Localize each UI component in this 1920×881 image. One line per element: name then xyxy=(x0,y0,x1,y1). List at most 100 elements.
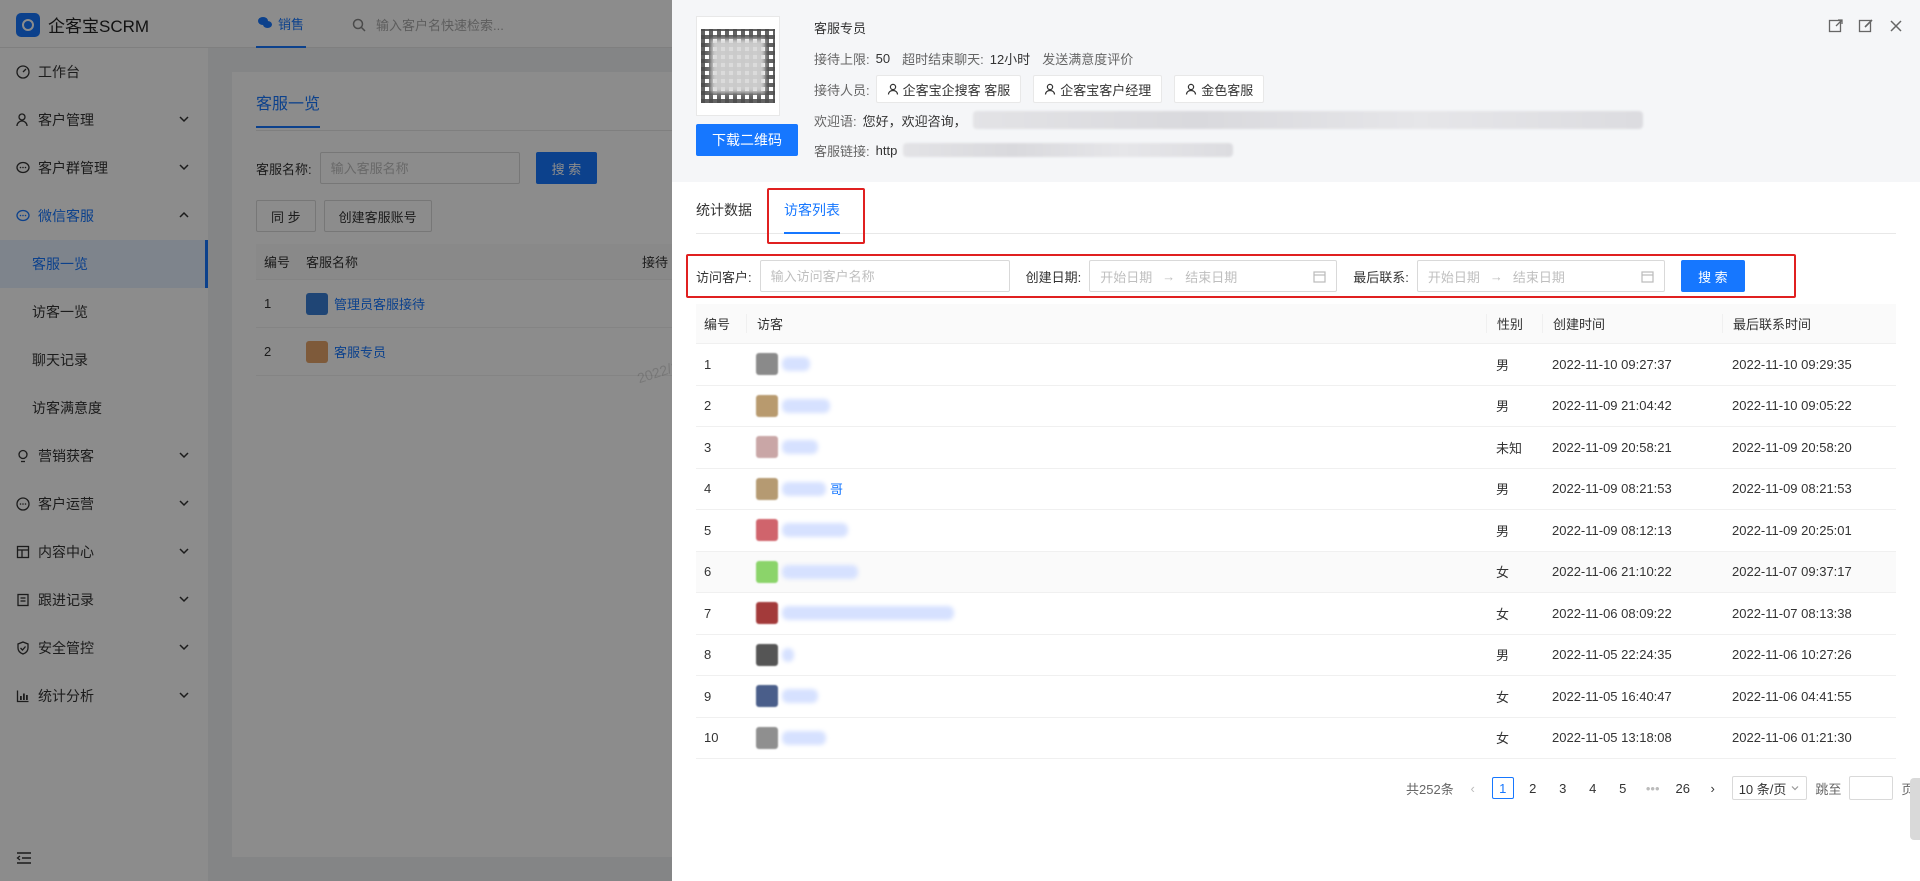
visitor-cell[interactable] xyxy=(746,353,1486,376)
page-1[interactable]: 1 xyxy=(1491,777,1514,799)
visitor-cell[interactable] xyxy=(746,726,1486,749)
satisfaction-label: 发送满意度评价 xyxy=(1042,51,1134,67)
avatar xyxy=(756,643,778,666)
end-date-placeholder: 结束日期 xyxy=(1185,269,1238,285)
row-number: 4 xyxy=(704,481,712,497)
created-time-cell: 2022-11-09 08:12:13 xyxy=(1552,522,1672,538)
staff-line: 接待人员: 企客宝企搜客 客服 企客宝客户经理 金色客服 xyxy=(814,74,1714,104)
visitor-cell[interactable] xyxy=(746,519,1486,542)
last-contact-cell: 2022-11-10 09:05:22 xyxy=(1732,398,1852,414)
visitor-name-suffix: 哥 xyxy=(830,482,844,498)
gender-cell: 女 xyxy=(1496,689,1510,705)
welcome-line: 欢迎语: 您好，欢迎咨询， xyxy=(814,110,1714,130)
avatar xyxy=(756,602,778,625)
link-label: 客服链接: xyxy=(814,143,870,159)
row-number: 7 xyxy=(704,605,712,621)
blurred-visitor-name xyxy=(782,689,818,704)
export-icon[interactable] xyxy=(1828,18,1844,34)
last-contact-cell: 2022-11-09 20:25:01 xyxy=(1732,522,1852,538)
prev-page-icon[interactable]: ‹ xyxy=(1462,777,1484,799)
page-size-value: 10 条/页 xyxy=(1738,781,1787,797)
close-icon[interactable] xyxy=(1888,18,1904,34)
created-time-cell: 2022-11-06 21:10:22 xyxy=(1552,564,1672,580)
blurred-visitor-name xyxy=(782,357,810,372)
visitor-name-input[interactable] xyxy=(759,260,1010,292)
avatar xyxy=(756,726,778,749)
page-5[interactable]: 5 xyxy=(1612,777,1634,799)
last-contact-cell: 2022-11-06 01:21:30 xyxy=(1732,730,1852,746)
table-row: 3 未知 2022-11-09 20:58:21 2022-11-09 20:58:2… xyxy=(696,427,1896,469)
start-date-placeholder: 开始日期 xyxy=(1100,269,1153,285)
calendar-icon xyxy=(1641,270,1654,283)
page-2[interactable]: 2 xyxy=(1522,777,1544,799)
table-row: 7 女 2022-11-06 08:09:22 2022-11-07 08:13:38 xyxy=(696,593,1896,635)
service-limits: 接待上限: 50 超时结束聊天: 12小时 发送满意度评价 xyxy=(814,48,1714,68)
gender-cell: 男 xyxy=(1496,357,1510,373)
visitor-cell[interactable] xyxy=(746,394,1486,417)
table-row: 8 男 2022-11-05 22:24:35 2022-11-06 10:27:26 xyxy=(696,635,1896,676)
blurred-visitor-name xyxy=(782,730,826,745)
gender-cell: 男 xyxy=(1496,399,1510,415)
created-time-cell: 2022-11-05 13:18:08 xyxy=(1552,730,1672,746)
next-page-icon[interactable]: › xyxy=(1702,777,1724,799)
table-row: 4 哥 男 2022-11-09 08:21:53 2022-11-09 08:21:5… xyxy=(696,469,1896,510)
highlight-box-tab xyxy=(767,188,865,244)
side-widget-handle[interactable] xyxy=(1910,778,1920,840)
row-number: 8 xyxy=(704,647,712,663)
blurred-visitor-name xyxy=(782,523,848,538)
visitor-cell[interactable] xyxy=(746,560,1486,583)
chevron-down-icon xyxy=(1791,786,1799,791)
row-number: 1 xyxy=(704,356,712,372)
created-time-cell: 2022-11-09 20:58:21 xyxy=(1552,439,1672,455)
created-date-range[interactable]: 开始日期 → 结束日期 xyxy=(1089,260,1338,292)
timeout-value: 12小时 xyxy=(989,51,1031,67)
blurred-visitor-name xyxy=(782,606,954,621)
column-header: 创建时间 xyxy=(1542,314,1722,333)
avatar xyxy=(756,477,778,500)
last-contact-label: 最后联系: xyxy=(1353,269,1409,285)
welcome-label: 欢迎语: xyxy=(814,113,857,129)
avatar xyxy=(756,560,778,583)
blurred-visitor-name xyxy=(782,564,858,579)
page-3[interactable]: 3 xyxy=(1552,777,1574,799)
arrow-right-icon: → xyxy=(1162,268,1176,284)
blurred-visitor-name xyxy=(782,481,826,496)
visitor-search-button[interactable]: 搜 索 xyxy=(1680,260,1745,292)
visitor-cell[interactable]: 哥 xyxy=(746,477,1486,500)
page-26[interactable]: 26 xyxy=(1672,777,1694,799)
download-qr-button[interactable]: 下载二维码 xyxy=(696,124,798,156)
created-time-cell: 2022-11-09 08:21:53 xyxy=(1552,481,1672,497)
link-value[interactable]: http xyxy=(876,143,898,158)
timeout-label: 超时结束聊天: xyxy=(902,51,984,67)
visitor-table: 编号 访客 性别 创建时间 最后联系时间 1 男 2022-11-10 09:27:… xyxy=(696,304,1896,759)
jump-page-input[interactable] xyxy=(1849,776,1894,800)
visitor-cell[interactable] xyxy=(746,436,1486,459)
visitor-cell[interactable] xyxy=(746,643,1486,666)
table-row: 9 女 2022-11-05 16:40:47 2022-11-06 04:41:55 xyxy=(696,676,1896,718)
visitor-cell[interactable] xyxy=(746,602,1486,625)
staff-tag: 企客宝客户经理 xyxy=(1033,75,1163,103)
page-size-select[interactable]: 10 条/页 xyxy=(1731,776,1808,800)
last-contact-cell: 2022-11-09 20:58:20 xyxy=(1732,439,1852,455)
row-number: 9 xyxy=(704,688,712,704)
column-header: 编号 xyxy=(704,317,731,332)
last-contact-cell: 2022-11-07 09:37:17 xyxy=(1732,564,1852,580)
column-header: 最后联系时间 xyxy=(1722,314,1896,333)
gender-cell: 女 xyxy=(1496,565,1510,581)
edit-icon[interactable] xyxy=(1858,18,1874,34)
link-line: 客服链接: http xyxy=(814,140,1714,160)
staff-tag: 企客宝企搜客 客服 xyxy=(875,75,1022,103)
user-icon xyxy=(1186,83,1197,95)
table-row: 5 男 2022-11-09 08:12:13 2022-11-09 20:25:01 xyxy=(696,510,1896,552)
page-ellipsis[interactable]: ••• xyxy=(1642,777,1664,799)
page-4[interactable]: 4 xyxy=(1582,777,1604,799)
start-date-placeholder: 开始日期 xyxy=(1427,269,1480,285)
visitor-cell[interactable] xyxy=(746,685,1486,708)
staff-name: 企客宝客户经理 xyxy=(1060,82,1152,98)
jump-label: 跳至 xyxy=(1815,781,1842,797)
last-contact-range[interactable]: 开始日期 → 结束日期 xyxy=(1416,260,1665,292)
table-row: 1 男 2022-11-10 09:27:37 2022-11-10 09:29:35 xyxy=(696,344,1896,386)
blurred-visitor-name xyxy=(782,398,830,413)
tab-statistics[interactable]: 统计数据 xyxy=(696,200,752,220)
blurred-text xyxy=(903,143,1234,157)
